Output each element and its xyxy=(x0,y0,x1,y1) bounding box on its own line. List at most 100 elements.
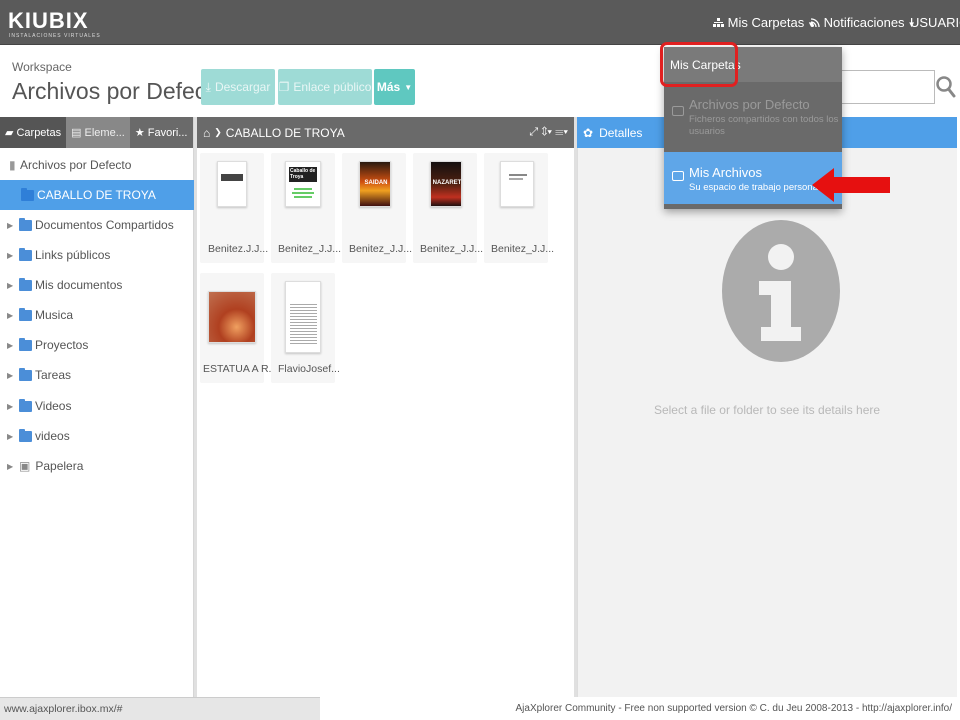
page-title: Archivos por Defecto xyxy=(12,78,226,104)
gear-icon: ✿ xyxy=(583,125,594,140)
sort-icon[interactable]: ⇕▾ xyxy=(541,126,552,138)
tree-item-public-links[interactable]: ▶ Links públicos xyxy=(0,240,194,270)
notifications-menu[interactable]: Notificaciones ▼ xyxy=(810,15,915,30)
status-url: www.ajaxplorer.ibox.mx/# xyxy=(0,697,320,720)
tree-item-label: Musica xyxy=(35,308,74,322)
tree-item-label: Archivos por Defecto xyxy=(20,158,132,172)
tab-elements[interactable]: ▤ Eleme... xyxy=(66,117,130,148)
tree-item-music[interactable]: ▶ Musica xyxy=(0,300,194,330)
sitemap-icon xyxy=(713,18,724,27)
tree-item-label: videos xyxy=(35,429,70,443)
more-label: Más xyxy=(376,80,401,94)
tree-item-label: CABALLO DE TROYA xyxy=(37,188,156,202)
rss-icon xyxy=(810,18,820,28)
tree-item-label: Mis documentos xyxy=(35,278,123,292)
view-tools: ⤢ ⇕▾ ☰▾ xyxy=(529,126,568,139)
tree-item-caballo[interactable]: CABALLO DE TROYA xyxy=(0,180,194,210)
file-item[interactable]: SAIDAN Benitez_J.J... xyxy=(342,153,412,263)
tree-item-my-docs[interactable]: ▶ Mis documentos xyxy=(0,270,194,300)
file-item[interactable]: NAZARET Benitez_J.J... xyxy=(413,153,483,263)
file-item[interactable]: Benitez_J.J... xyxy=(484,153,554,263)
file-item[interactable]: Caballo de Troya Benitez_J.J... xyxy=(271,153,341,263)
file-item[interactable]: FlavioJosef... xyxy=(271,273,340,383)
tree-item-root[interactable]: ▮ Archivos por Defecto xyxy=(0,150,194,180)
chevron-right-icon[interactable]: ▶ xyxy=(7,402,14,411)
caret-down-icon: ▼ xyxy=(404,82,413,92)
thumbnail-title: NAZARET xyxy=(432,180,462,186)
file-item[interactable]: Benitez.J.J... xyxy=(200,153,268,263)
breadcrumb[interactable]: CABALLO DE TROYA xyxy=(226,126,345,140)
thumbnail-title: SAIDAN xyxy=(364,180,388,186)
download-icon: ⤓ xyxy=(205,79,211,94)
file-name: FlavioJosef... xyxy=(278,363,340,375)
dropdown-item-default-files[interactable]: Archivos por Defecto Ficheros compartido… xyxy=(664,89,842,144)
expand-icon[interactable]: ⤢ xyxy=(529,126,538,138)
download-button[interactable]: ⤓ Descargar xyxy=(201,69,275,105)
folder-icon xyxy=(21,187,34,201)
tab-folders[interactable]: ▰ Carpetas xyxy=(0,117,67,148)
tree-item-label: Tareas xyxy=(35,368,72,382)
tree-item-tasks[interactable]: ▶ Tareas xyxy=(0,360,194,390)
red-arrow-icon xyxy=(812,168,890,202)
tree-item-shared[interactable]: ▶ Documentos Compartidos xyxy=(0,210,194,240)
logo-subtitle: INSTALACIONES VIRTUALES xyxy=(9,33,101,39)
folder-open-icon: ▰ xyxy=(5,127,14,139)
left-splitter[interactable] xyxy=(194,117,197,697)
file-thumbnail xyxy=(208,291,256,343)
drive-icon xyxy=(672,106,684,116)
tab-favorites-label: Favori... xyxy=(147,126,188,139)
highlight-box xyxy=(660,42,738,87)
folder-icon xyxy=(19,307,32,321)
trash-icon: ▣ xyxy=(19,459,31,473)
drive-icon xyxy=(672,171,684,181)
chevron-right-icon[interactable]: ▶ xyxy=(7,311,14,320)
chevron-right-icon[interactable]: ▶ xyxy=(7,281,14,290)
tree-item-videos[interactable]: ▶ Videos xyxy=(0,391,194,421)
folder-icon xyxy=(19,367,32,381)
tree-item-label: Papelera xyxy=(35,459,84,473)
tab-folders-label: Carpetas xyxy=(16,126,62,139)
file-thumbnail xyxy=(217,161,247,207)
file-name: ESTATUA A R... xyxy=(203,363,273,375)
tree-item-videos-lower[interactable]: ▶ videos xyxy=(0,421,194,451)
center-header: ⌂ ❯ CABALLO DE TROYA ⤢ ⇕▾ ☰▾ xyxy=(197,117,574,148)
tree-item-label: Proyectos xyxy=(35,338,89,352)
chevron-right-icon[interactable]: ▶ xyxy=(7,371,14,380)
folder-icon xyxy=(19,428,32,442)
shared-folder-icon xyxy=(19,217,32,231)
file-icon: ▤ xyxy=(71,127,82,139)
view-mode-icon[interactable]: ☰▾ xyxy=(555,126,568,138)
details-title: Detalles xyxy=(599,125,643,140)
search-icon[interactable] xyxy=(936,76,956,98)
my-folders-menu[interactable]: Mis Carpetas ▼ xyxy=(713,15,815,30)
chevron-right-icon[interactable]: ▶ xyxy=(7,432,14,441)
folder-icon xyxy=(19,398,32,412)
tree-item-projects[interactable]: ▶ Proyectos xyxy=(0,330,194,360)
drive-icon: ▮ xyxy=(9,158,16,172)
file-name: Benitez_J.J... xyxy=(420,243,484,255)
home-icon[interactable]: ⌂ xyxy=(203,126,210,140)
search-input[interactable] xyxy=(840,70,935,104)
file-thumbnail: SAIDAN xyxy=(359,161,391,207)
chevron-right-icon[interactable]: ▶ xyxy=(7,341,14,350)
chevron-right-icon[interactable]: ▶ xyxy=(7,221,14,230)
more-button[interactable]: Más ▼ xyxy=(374,69,415,105)
file-thumbnail xyxy=(285,281,321,353)
file-item[interactable]: ESTATUA A R... xyxy=(200,273,273,383)
user-menu[interactable]: USUARIO xyxy=(910,15,960,30)
file-name: Benitez.J.J... xyxy=(208,243,269,255)
top-bar: KIUBIX INSTALACIONES VIRTUALES Mis Carpe… xyxy=(0,0,960,45)
footer-copyright: AjaXplorer Community - Free non supporte… xyxy=(515,703,952,714)
logo[interactable]: KIUBIX xyxy=(8,8,89,34)
details-empty-message: Select a file or folder to see its detai… xyxy=(653,403,881,417)
download-label: Descargar xyxy=(214,80,271,94)
chevron-right-icon[interactable]: ▶ xyxy=(7,251,14,260)
public-link-button[interactable]: ❐ Enlace público xyxy=(278,69,372,105)
info-icon xyxy=(722,220,840,362)
tab-favorites[interactable]: ★ Favori... xyxy=(130,117,193,148)
chevron-right-icon[interactable]: ▶ xyxy=(7,462,14,471)
file-thumbnail: Caballo de Troya xyxy=(285,161,321,207)
file-name: Benitez_J.J... xyxy=(491,243,555,255)
tree-item-label: Links públicos xyxy=(35,248,111,262)
tree-item-trash[interactable]: ▶ ▣ Papelera xyxy=(0,451,194,481)
